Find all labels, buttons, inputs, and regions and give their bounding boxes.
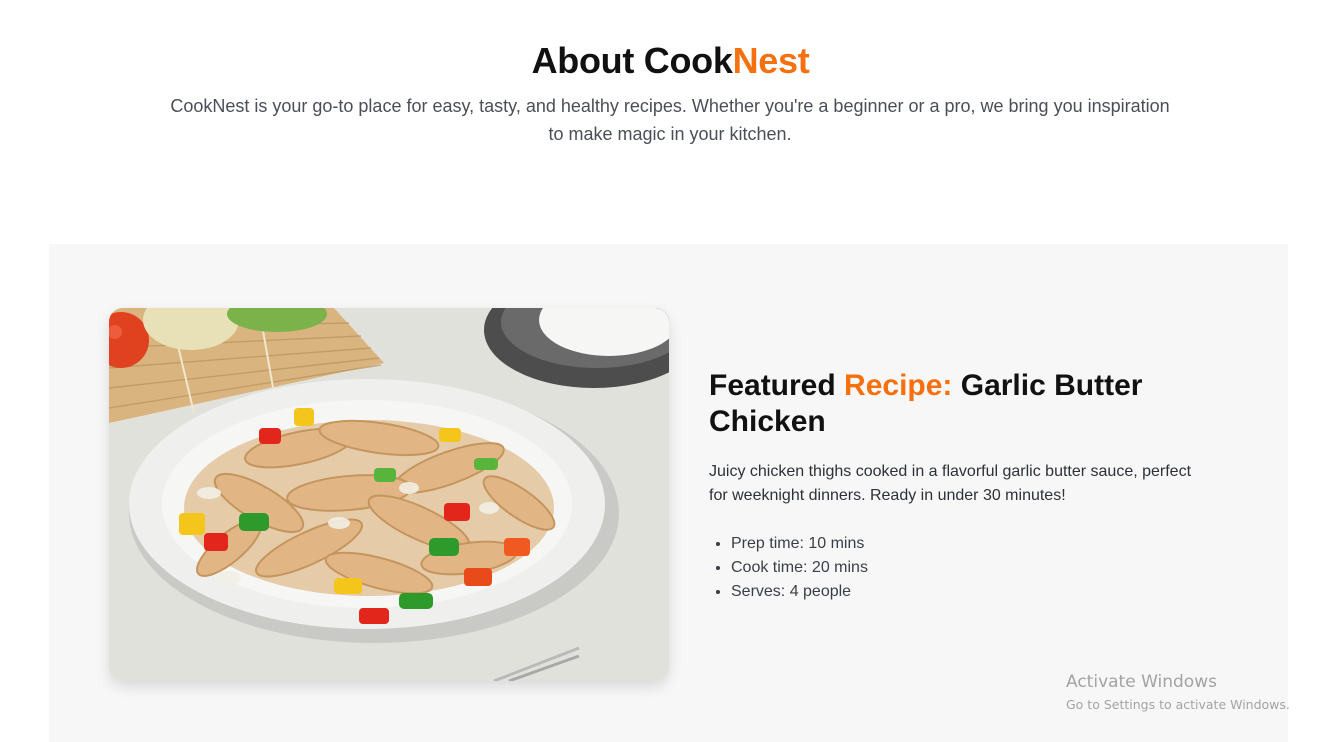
watermark-subtitle: Go to Settings to activate Windows. <box>1066 697 1290 712</box>
prep-time-item: Prep time: 10 mins <box>731 532 1209 556</box>
about-description: CookNest is your go-to place for easy, t… <box>170 96 1170 144</box>
about-title: About CookNest <box>0 40 1341 82</box>
recipe-title-part1: Featured <box>709 369 845 402</box>
recipe-info: Featured Recipe: Garlic Butter Chicken J… <box>709 368 1209 604</box>
windows-activation-watermark: Activate Windows Go to Settings to activ… <box>1066 671 1290 715</box>
about-title-accent: Nest <box>732 40 810 81</box>
recipe-image <box>109 308 669 681</box>
watermark-title: Activate Windows <box>1066 672 1217 692</box>
recipe-title: Featured Recipe: Garlic Butter Chicken <box>709 368 1209 440</box>
featured-recipe-section: Featured Recipe: Garlic Butter Chicken J… <box>49 244 1288 742</box>
recipe-description: Juicy chicken thighs cooked in a flavorf… <box>709 463 1192 504</box>
about-title-prefix: About Cook <box>531 40 733 81</box>
about-section: About CookNest CookNest is your go-to pl… <box>0 0 1341 244</box>
servings-item: Serves: 4 people <box>731 580 1209 604</box>
recipe-facts-list: Prep time: 10 mins Cook time: 20 mins Se… <box>709 532 1209 604</box>
cook-time-item: Cook time: 20 mins <box>731 556 1209 580</box>
recipe-title-accent: Recipe: <box>844 369 953 402</box>
